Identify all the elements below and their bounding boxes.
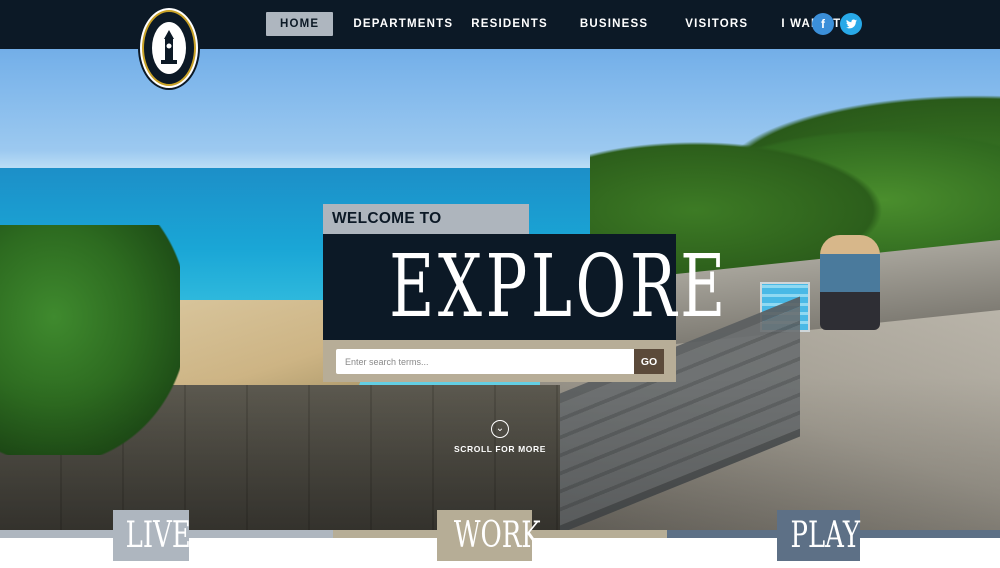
search-bar: GO: [323, 340, 676, 382]
explore-headline: EXPLORE: [323, 234, 725, 340]
search-input[interactable]: [336, 349, 634, 374]
seal-ring: [142, 10, 196, 86]
seal-center: [152, 22, 186, 74]
explore-text: EXPLORE: [389, 237, 729, 337]
scroll-for-more[interactable]: ⌄ SCROLL FOR MORE: [450, 418, 550, 454]
work-tile[interactable]: WORK: [437, 510, 541, 561]
welcome-heading: WELCOME TO GLENCOE, IL: [323, 204, 529, 257]
nav-residents[interactable]: RESIDENTS: [471, 12, 548, 36]
scroll-label: SCROLL FOR MORE: [454, 444, 546, 454]
search-go-button[interactable]: GO: [634, 349, 664, 374]
nav-home[interactable]: HOME: [266, 12, 334, 36]
nav-departments[interactable]: DEPARTMENTS: [353, 12, 453, 36]
play-label: PLAY: [790, 515, 860, 556]
main-menu: HOME DEPARTMENTS RESIDENTS BUSINESS VISI…: [266, 12, 851, 36]
twitter-bird-glyph: [845, 19, 857, 29]
twitter-icon[interactable]: [840, 13, 862, 35]
play-tile[interactable]: PLAY: [777, 510, 860, 561]
clock-tower-icon: [161, 30, 177, 64]
work-label: WORK: [453, 515, 541, 556]
live-tile[interactable]: LIVE: [113, 510, 191, 561]
nav-business[interactable]: BUSINESS: [580, 12, 648, 36]
chevron-down-icon: ⌄: [491, 420, 509, 438]
facebook-icon[interactable]: f: [812, 13, 834, 35]
village-seal-logo[interactable]: [138, 6, 200, 90]
live-label: LIVE: [125, 515, 191, 556]
nav-visitors[interactable]: VISITORS: [685, 12, 748, 36]
